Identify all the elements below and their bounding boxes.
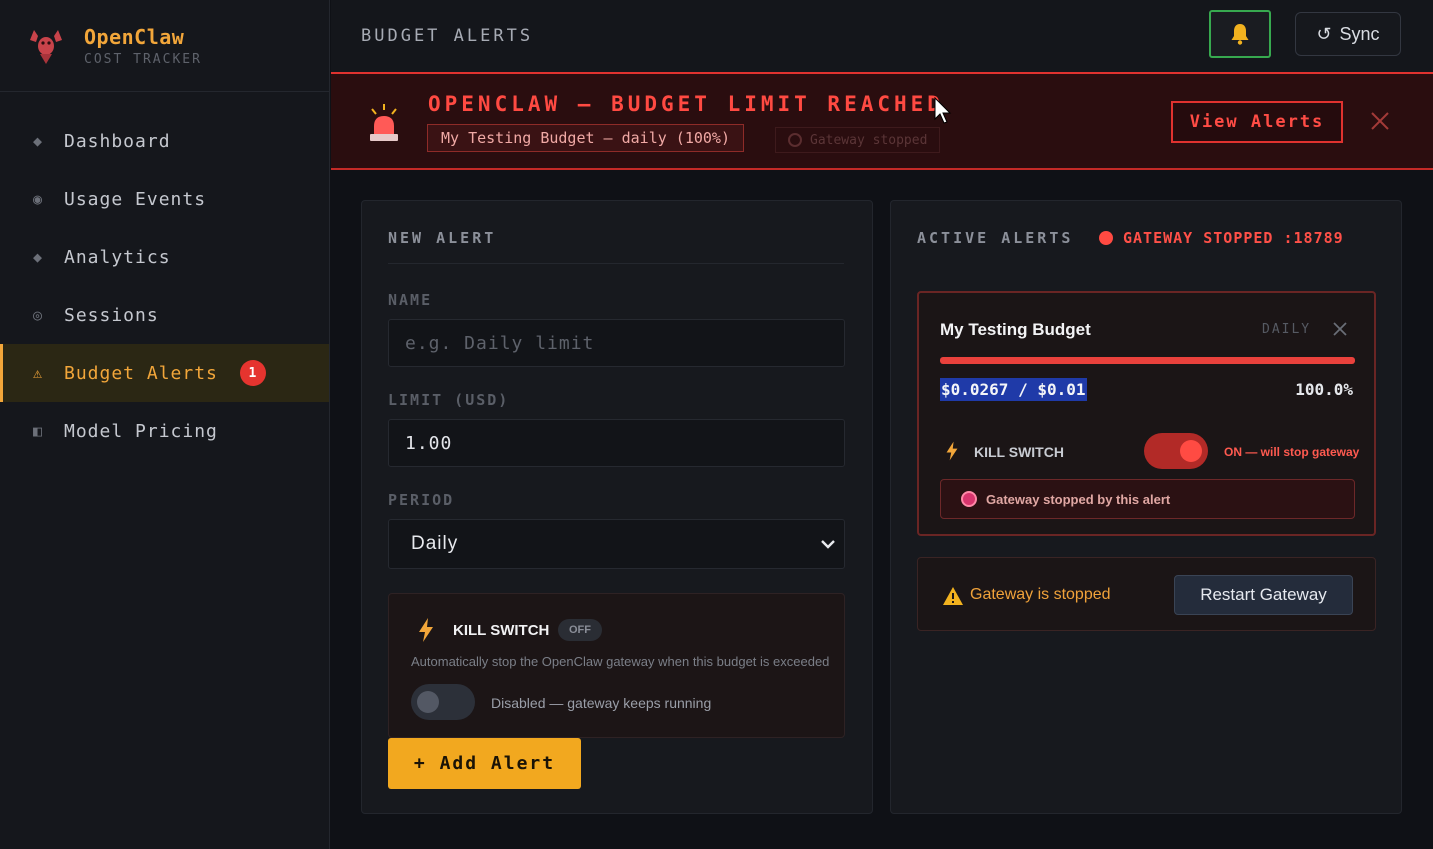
lightning-icon xyxy=(419,618,433,642)
name-label: NAME xyxy=(388,291,433,309)
active-alerts-card: ACTIVE ALERTS GATEWAY STOPPED :18789 My … xyxy=(890,200,1402,814)
gateway-stopped-indicator: GATEWAY STOPPED :18789 xyxy=(1099,229,1344,247)
gateway-stopped-text: GATEWAY STOPPED :18789 xyxy=(1123,229,1344,247)
budget-limit-banner: OPENCLAW — BUDGET LIMIT REACHED My Testi… xyxy=(331,72,1433,170)
alert-kill-switch-toggle[interactable] xyxy=(1144,433,1208,469)
sidebar-item-dashboard[interactable]: ◆ Dashboard xyxy=(0,112,329,170)
page-title: BUDGET ALERTS xyxy=(361,26,534,46)
limit-input[interactable]: 1.00 xyxy=(388,419,845,467)
budget-progress-bar xyxy=(940,357,1355,364)
siren-icon xyxy=(370,104,398,141)
restart-gateway-button[interactable]: Restart Gateway xyxy=(1174,575,1353,615)
kill-switch-state-text: Disabled — gateway keeps running xyxy=(491,695,712,711)
budget-progress-fill xyxy=(940,357,1355,364)
brand-subtitle: COST TRACKER xyxy=(84,51,202,67)
alerts-count-badge: 1 xyxy=(239,360,266,386)
mouse-cursor-icon xyxy=(934,97,952,124)
gateway-status-chip: Gateway stopped xyxy=(775,127,941,153)
period-value: Daily xyxy=(411,533,459,554)
alert-period: DAILY xyxy=(1262,322,1312,337)
alert-name: My Testing Budget xyxy=(940,320,1091,339)
sync-label: Sync xyxy=(1339,23,1380,44)
gateway-stopped-message: Gateway is stopped xyxy=(970,586,1111,603)
add-alert-button[interactable]: + Add Alert xyxy=(388,738,581,789)
kill-switch-toggle[interactable] xyxy=(411,684,475,720)
sidebar-item-model-pricing[interactable]: ◧ Model Pricing xyxy=(0,402,329,460)
alert-kill-switch-state: ON — will stop gateway xyxy=(1224,445,1360,459)
topbar: BUDGET ALERTS ↺ Sync xyxy=(331,0,1433,72)
kill-switch-title: KILL SWITCH xyxy=(453,622,550,639)
sidebar-item-analytics[interactable]: ◆ Analytics xyxy=(0,228,329,286)
stop-dot-icon xyxy=(961,491,977,507)
alert-item: My Testing Budget DAILY $0.0267 / $0.01 … xyxy=(917,291,1376,536)
warning-icon xyxy=(943,587,963,605)
gateway-stopped-note-text: Gateway stopped by this alert xyxy=(986,491,1171,507)
circle-dot-icon: ◉ xyxy=(32,190,44,208)
ring-icon: ◎ xyxy=(32,306,44,324)
lightning-icon xyxy=(946,441,958,461)
brand-title: OpenClaw xyxy=(84,24,185,49)
sidebar: OpenClaw COST TRACKER ◆ Dashboard ◉ Usag… xyxy=(0,0,330,849)
sidebar-nav: ◆ Dashboard ◉ Usage Events ◆ Analytics ◎… xyxy=(0,112,329,460)
restart-gateway-panel: Gateway is stopped Restart Gateway xyxy=(917,557,1376,631)
budget-tag: My Testing Budget — daily (100%) xyxy=(427,124,744,152)
refresh-icon: ↺ xyxy=(1316,23,1332,44)
brand[interactable]: OpenClaw COST TRACKER xyxy=(0,0,329,92)
name-input[interactable]: e.g. Daily limit xyxy=(388,319,845,367)
status-dot-icon xyxy=(788,133,802,147)
period-select[interactable]: Daily xyxy=(388,519,845,569)
sidebar-item-budget-alerts[interactable]: ⚠ Budget Alerts 1 xyxy=(0,344,329,402)
status-dot-icon xyxy=(1099,231,1113,245)
sidebar-item-label: Dashboard xyxy=(64,130,171,152)
sidebar-item-sessions[interactable]: ◎ Sessions xyxy=(0,286,329,344)
sidebar-item-usage-events[interactable]: ◉ Usage Events xyxy=(0,170,329,228)
gateway-status-text: Gateway stopped xyxy=(810,132,928,148)
sidebar-item-label: Analytics xyxy=(64,246,171,268)
bell-icon xyxy=(1231,24,1249,45)
new-alert-heading: NEW ALERT xyxy=(388,229,497,247)
sidebar-item-label: Sessions xyxy=(64,304,159,326)
banner-title: OPENCLAW — BUDGET LIMIT REACHED xyxy=(428,92,944,116)
chevron-down-icon xyxy=(821,540,835,549)
toggle-knob xyxy=(417,691,439,713)
toggle-knob xyxy=(1180,440,1202,462)
divider xyxy=(388,263,844,264)
lobster-logo-icon xyxy=(30,29,62,64)
close-icon[interactable] xyxy=(1369,110,1391,132)
sidebar-item-label: Usage Events xyxy=(64,188,207,210)
alert-percent: 100.0% xyxy=(1295,380,1353,399)
diamond-icon: ◆ xyxy=(32,132,44,150)
kill-switch-description: Automatically stop the OpenClaw gateway … xyxy=(411,654,830,669)
alert-kill-switch-label: KILL SWITCH xyxy=(974,444,1064,460)
limit-label: LIMIT (USD) xyxy=(388,391,510,409)
new-alert-card: NEW ALERT NAME e.g. Daily limit LIMIT (U… xyxy=(361,200,873,814)
kill-switch-off-badge: OFF xyxy=(558,619,602,641)
half-square-icon: ◧ xyxy=(32,422,44,440)
sync-button[interactable]: ↺ Sync xyxy=(1295,12,1401,56)
diamond-icon: ◆ xyxy=(32,248,44,266)
kill-switch-panel: KILL SWITCH OFF Automatically stop the O… xyxy=(388,593,845,738)
delete-alert-icon[interactable] xyxy=(1332,321,1348,337)
active-alerts-heading: ACTIVE ALERTS xyxy=(917,229,1074,247)
gateway-stopped-note: Gateway stopped by this alert xyxy=(940,479,1355,519)
alert-spent: $0.0267 / $0.01 xyxy=(940,378,1087,401)
warning-icon: ⚠ xyxy=(32,364,44,382)
sidebar-item-label: Model Pricing xyxy=(64,420,218,442)
notifications-button[interactable] xyxy=(1209,10,1271,58)
period-label: PERIOD xyxy=(388,491,455,509)
view-alerts-button[interactable]: View Alerts xyxy=(1171,101,1343,143)
sidebar-item-label: Budget Alerts xyxy=(64,362,218,384)
